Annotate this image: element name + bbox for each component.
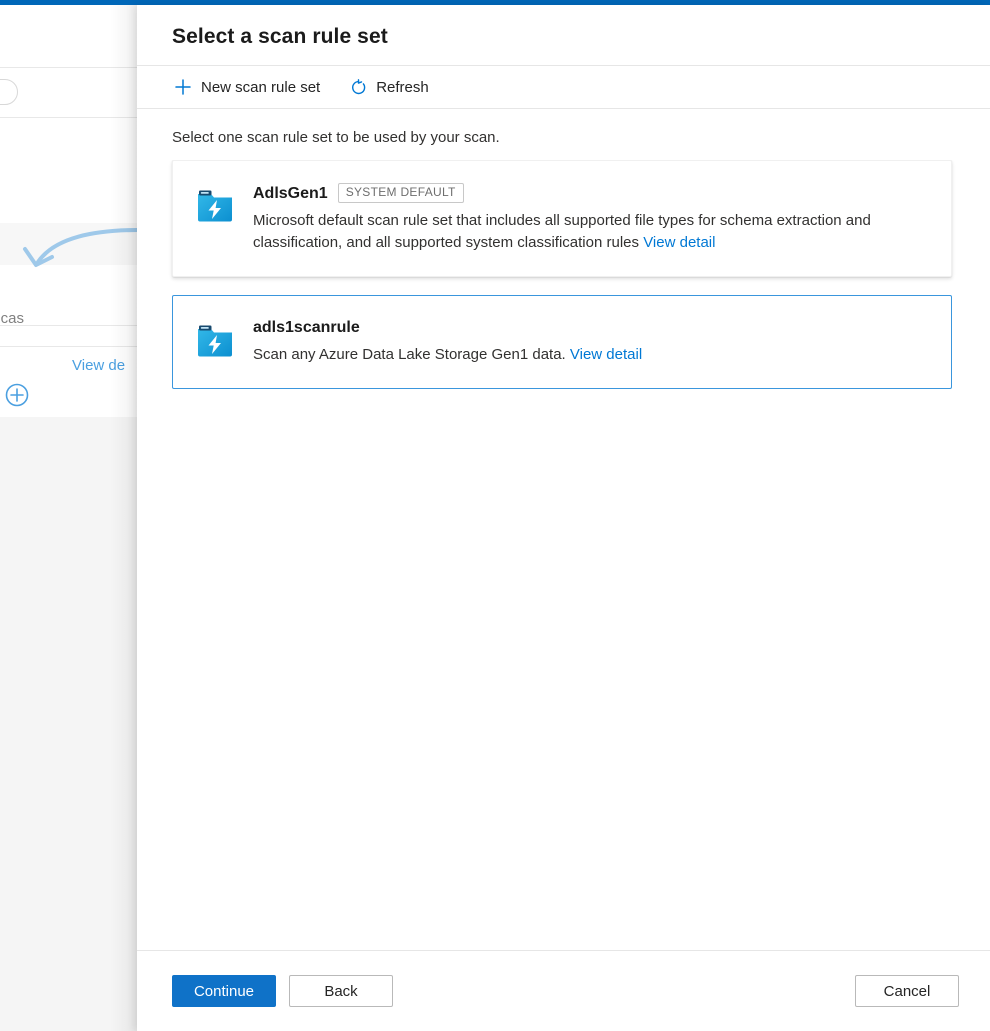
cancel-button[interactable]: Cancel [855,975,959,1007]
scan-rule-set-card-adls1scanrule[interactable]: adls1scanrule Scan any Azure Data Lake S… [172,295,952,389]
scan-rule-set-folder-icon [195,320,235,360]
card-body: adls1scanrule Scan any Azure Data Lake S… [253,318,927,366]
card-title: AdlsGen1 [253,184,328,203]
card-description: Microsoft default scan rule set that inc… [253,210,901,254]
card-description-text: Microsoft default scan rule set that inc… [253,212,871,251]
scan-rule-set-list: AdlsGen1 SYSTEM DEFAULT Microsoft defaul… [137,160,990,950]
add-circle-icon[interactable] [5,383,29,407]
panel-title: Select a scan rule set [137,5,990,65]
view-detail-link[interactable]: View detail [570,346,642,363]
status-badge: SYSTEM DEFAULT [338,183,464,203]
continue-button[interactable]: Continue [172,975,276,1007]
footer-left-actions: Continue Back [172,975,393,1007]
scan-rule-set-panel: Select a scan rule set New scan rule set… [137,5,990,1031]
plus-icon [174,78,192,96]
footer-right-actions: Cancel [855,975,959,1007]
view-detail-link[interactable]: View detail [643,234,715,251]
card-description: Scan any Azure Data Lake Storage Gen1 da… [253,344,901,366]
background-page-behind-panel: ericas View de [0,5,137,1031]
screen-root: ericas View de Select a scan rule set Ne… [0,0,990,1031]
card-title-row: adls1scanrule [253,318,927,337]
scan-rule-set-folder-icon [195,185,235,225]
refresh-button[interactable]: Refresh [348,75,431,100]
panel-instruction: Select one scan rule set to be used by y… [137,109,990,160]
panel-shadow-overlay [110,5,137,1031]
panel-footer: Continue Back Cancel [137,950,990,1031]
card-title-row: AdlsGen1 SYSTEM DEFAULT [253,183,927,203]
panel-toolbar: New scan rule set Refresh [137,65,990,109]
refresh-label: Refresh [376,80,429,95]
card-title: adls1scanrule [253,318,360,337]
card-body: AdlsGen1 SYSTEM DEFAULT Microsoft defaul… [253,183,927,254]
card-description-text: Scan any Azure Data Lake Storage Gen1 da… [253,346,566,363]
refresh-icon [350,79,367,96]
new-scan-rule-set-button[interactable]: New scan rule set [172,74,322,100]
back-button[interactable]: Back [289,975,393,1007]
background-rounded-control [0,79,18,105]
scan-rule-set-card-adlsgen1[interactable]: AdlsGen1 SYSTEM DEFAULT Microsoft defaul… [172,160,952,277]
new-scan-rule-set-label: New scan rule set [201,80,320,95]
